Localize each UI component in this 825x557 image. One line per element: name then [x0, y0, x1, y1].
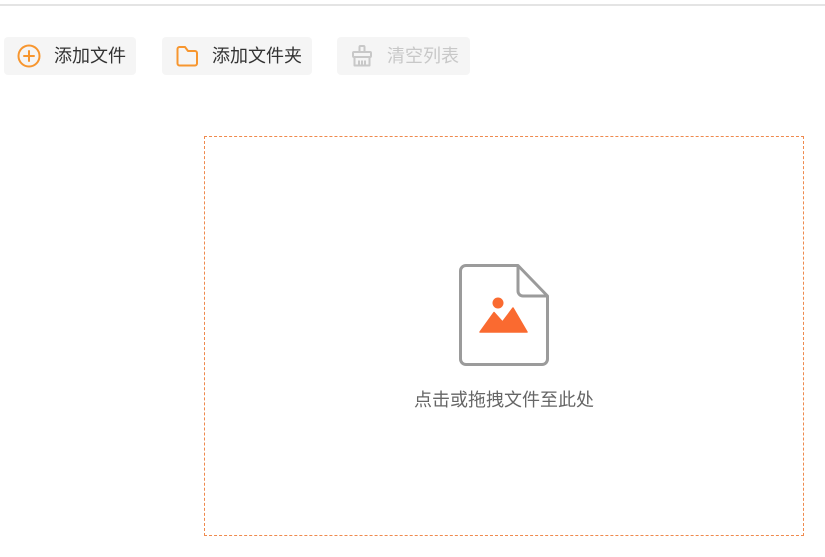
clear-list-label: 清空列表	[387, 46, 459, 66]
picture-glyph	[479, 297, 528, 333]
plus-circle-icon	[17, 44, 41, 68]
dropzone-hint: 点击或拖拽文件至此处	[414, 390, 594, 410]
add-folder-button[interactable]: 添加文件夹	[162, 37, 312, 75]
add-folder-label: 添加文件夹	[212, 46, 302, 66]
top-divider	[0, 4, 825, 6]
add-file-button[interactable]: 添加文件	[4, 37, 136, 75]
folder-icon	[176, 46, 198, 67]
clear-list-button[interactable]: 清空列表	[337, 37, 470, 75]
broom-icon	[352, 45, 372, 67]
file-dropzone[interactable]: 点击或拖拽文件至此处	[204, 136, 804, 536]
add-file-label: 添加文件	[54, 46, 126, 66]
upload-panel: 添加文件 添加文件夹 清空列表 点击或拖拽文件至此处	[0, 0, 825, 557]
image-file-icon	[459, 264, 549, 366]
